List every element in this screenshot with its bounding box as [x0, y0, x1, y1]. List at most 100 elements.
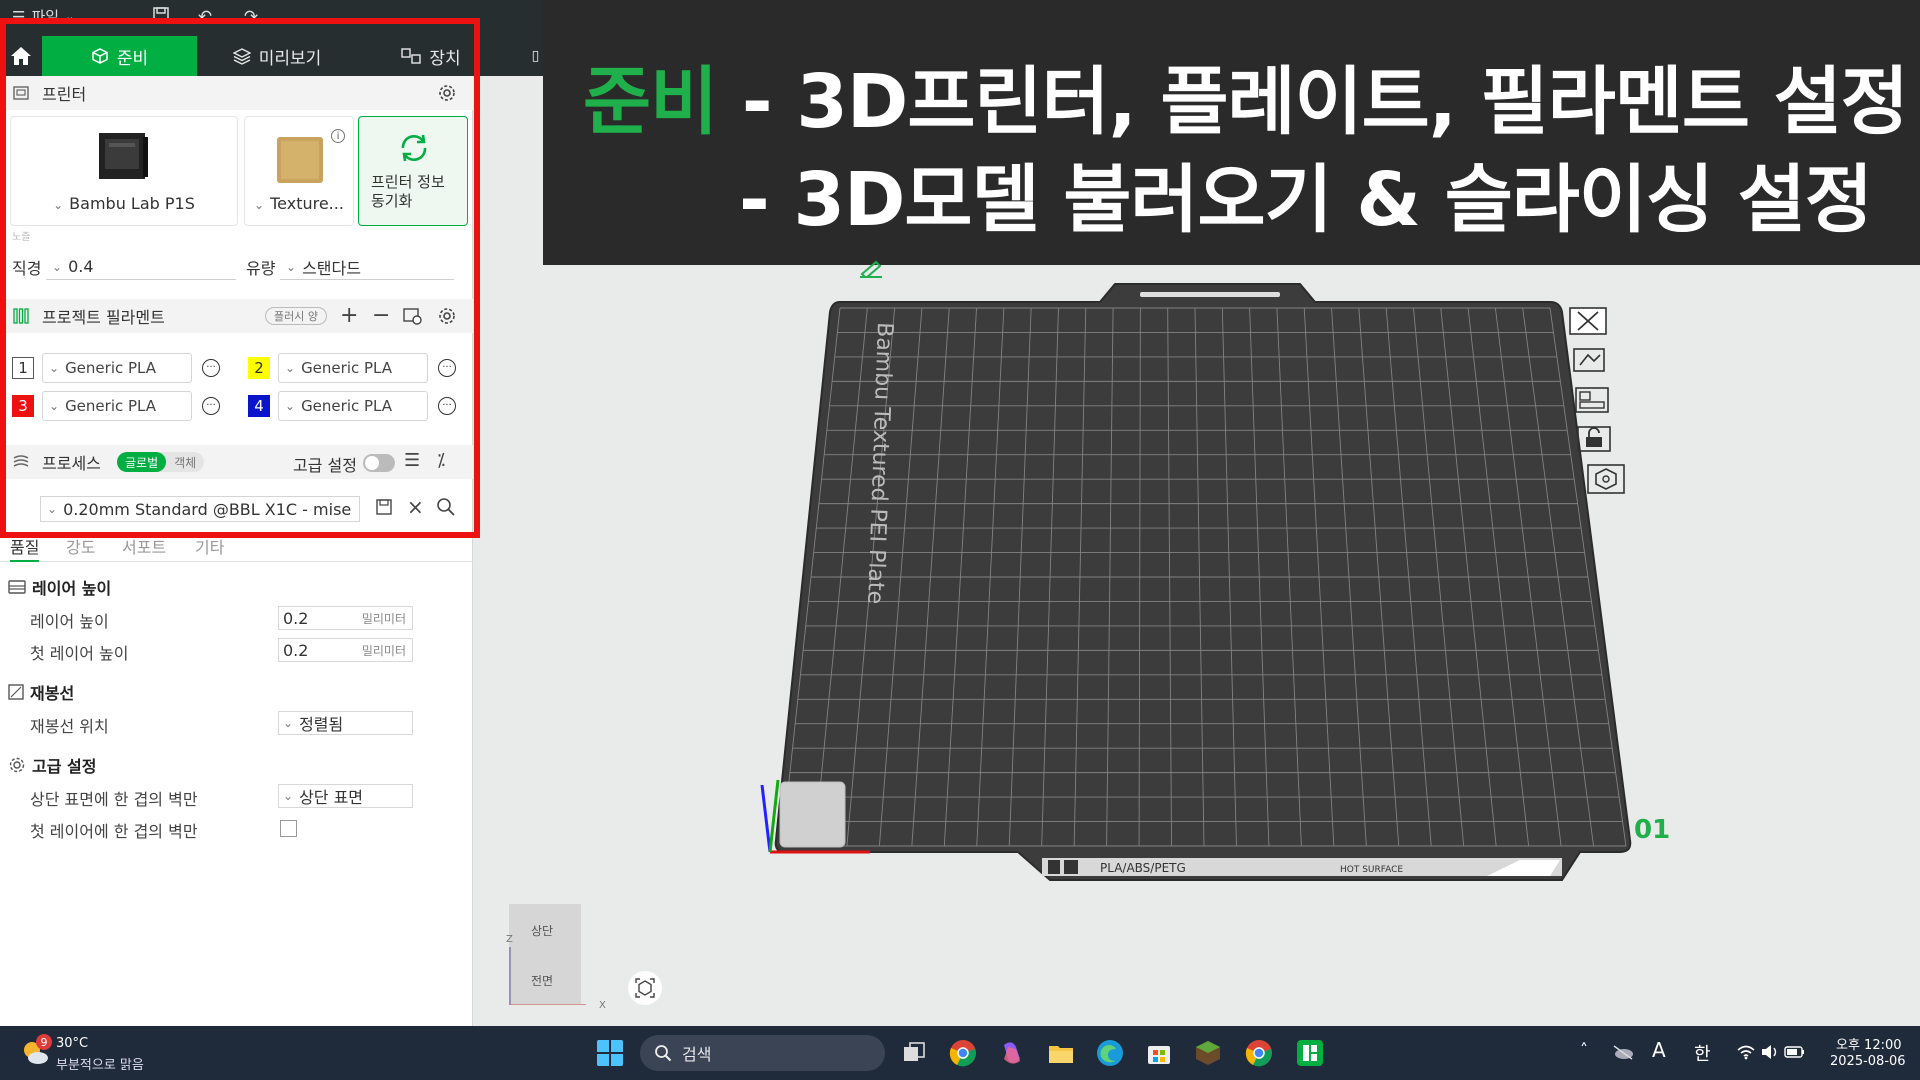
lock-button[interactable] — [1574, 424, 1614, 456]
object-option[interactable]: 객체 — [166, 452, 204, 472]
search-preset-icon[interactable] — [436, 497, 456, 521]
sync-printer-button[interactable]: 프린터 정보 동기화 — [358, 116, 468, 226]
flow-row: 유량 ⌄ 스탠다드 — [246, 254, 454, 280]
global-option[interactable]: 글로벌 — [117, 452, 167, 472]
advanced-settings-label: 고급 설정 — [293, 456, 357, 475]
battery-icon[interactable] — [1784, 1044, 1806, 1060]
wifi-icon[interactable] — [1736, 1044, 1756, 1060]
sync-label-line1: 프린터 정보 — [371, 173, 445, 191]
arrange-button[interactable] — [1572, 385, 1612, 417]
tab-device[interactable]: 장치 — [386, 36, 476, 76]
filament-settings-gear-icon[interactable] — [437, 306, 457, 326]
edge-icon[interactable] — [1096, 1039, 1124, 1067]
filament-select[interactable]: ⌄ Generic PLA — [278, 353, 428, 383]
file-explorer-icon[interactable] — [1047, 1039, 1075, 1067]
filament-slot-number: 3 — [12, 395, 34, 417]
file-menu[interactable]: ☰ 파일 ⌄ — [12, 6, 74, 27]
minecraft-icon[interactable] — [1194, 1039, 1222, 1067]
printer-select-card[interactable]: ⌄ Bambu Lab P1S — [10, 116, 238, 226]
compare-icon[interactable]: ⁒ — [437, 450, 445, 471]
clock-time[interactable]: 오후 12:00 — [1836, 1034, 1902, 1053]
arrange-icon — [1575, 387, 1609, 413]
subtab-others[interactable]: 기타 — [195, 534, 224, 558]
filament-section-title: 프로젝트 필라멘트 — [42, 308, 165, 327]
flush-volume-button[interactable]: 플러시 양 — [265, 307, 327, 325]
origin-marker — [779, 781, 846, 848]
filament-select[interactable]: ⌄ Generic PLA — [278, 391, 428, 421]
chevron-down-icon: ⌄ — [65, 10, 75, 23]
flow-select[interactable]: ⌄ 스탠다드 — [280, 254, 454, 280]
copilot-icon[interactable] — [998, 1039, 1026, 1067]
chrome-icon[interactable] — [949, 1039, 977, 1067]
filament-slot-1[interactable]: 1 ⌄ Generic PLA ··· — [12, 353, 220, 383]
task-view-icon[interactable] — [900, 1039, 928, 1067]
chrome-profile-icon[interactable] — [1245, 1039, 1273, 1067]
filament-more-icon[interactable]: ··· — [438, 397, 456, 415]
tab-prepare[interactable]: 준비 — [42, 36, 197, 76]
subtab-support[interactable]: 서포트 — [122, 534, 166, 558]
caption-banner: 준비 - 3D프린터, 플레이트, 필라멘트 설정 - 3D모델 불러오기 & … — [543, 0, 1920, 265]
device-icon — [401, 48, 422, 64]
weather-widget[interactable]: 9 30°C 부분적으로 맑음 — [20, 1034, 190, 1074]
fit-view-button[interactable] — [628, 971, 662, 1005]
subtab-strength[interactable]: 강도 — [66, 534, 95, 558]
plate-select-card[interactable]: i ⌄ Texture... — [244, 116, 354, 226]
build-plate[interactable]: Bambu Textured PEI Plate PLA/ABS/PETG HO… — [760, 280, 1660, 900]
printer-settings-gear-icon[interactable] — [437, 83, 457, 103]
global-object-toggle[interactable]: 글로벌 객체 — [117, 452, 205, 472]
process-section-title: 프로세스 — [42, 454, 101, 473]
first-layer-one-wall-checkbox[interactable] — [280, 820, 297, 837]
clear-preset-icon[interactable]: × — [407, 495, 424, 519]
save-preset-icon[interactable] — [375, 498, 393, 520]
seam-position-select[interactable]: ⌄ 정렬됨 — [278, 711, 413, 735]
layer-height-input[interactable]: 0.2 밀리미터 — [278, 606, 413, 630]
view-settings-button[interactable] — [1586, 463, 1626, 495]
auto-orient-button[interactable] — [1570, 345, 1610, 377]
close-view-button[interactable] — [1568, 306, 1608, 338]
plate-number[interactable]: 01 — [1634, 815, 1670, 845]
layers-icon — [232, 48, 251, 65]
onedrive-icon[interactable] — [1612, 1044, 1634, 1060]
filament-slot-3[interactable]: 3 ⌄ Generic PLA ··· — [12, 391, 220, 421]
filament-select[interactable]: ⌄ Generic PLA — [42, 391, 192, 421]
home-button[interactable] — [0, 36, 42, 76]
volume-icon[interactable] — [1760, 1044, 1780, 1060]
filament-sync-icon[interactable] — [402, 306, 422, 330]
filament-select[interactable]: ⌄ Generic PLA — [42, 353, 192, 383]
subtab-quality[interactable]: 품질 — [10, 534, 40, 562]
process-preset-select[interactable]: ⌄ 0.20mm Standard @BBL X1C - mise — [40, 496, 360, 522]
seam-position-label: 재봉선 위치 — [30, 717, 109, 736]
first-layer-height-input[interactable]: 0.2 밀리미터 — [278, 638, 413, 662]
clock-date[interactable]: 2025-08-06 — [1830, 1054, 1906, 1069]
list-icon[interactable]: ☰ — [404, 450, 420, 471]
filament-slot-4[interactable]: 4 ⌄ Generic PLA ··· — [248, 391, 456, 421]
plate-info-icon[interactable]: i — [331, 129, 345, 143]
tray-expand-icon[interactable]: ˄ — [1580, 1040, 1588, 1059]
ime-mode-han[interactable]: 한 — [1694, 1040, 1711, 1066]
add-filament-icon[interactable]: + — [340, 303, 358, 328]
ms-store-icon[interactable] — [1145, 1039, 1173, 1067]
undo-icon[interactable]: ↶ — [194, 6, 216, 28]
diameter-select[interactable]: ⌄ 0.4 — [46, 254, 236, 280]
tab-overflow[interactable]: ▯ — [528, 36, 543, 76]
filament-more-icon[interactable]: ··· — [202, 359, 220, 377]
save-icon[interactable] — [150, 6, 172, 28]
filament-slot-2[interactable]: 2 ⌄ Generic PLA ··· — [248, 353, 456, 383]
tab-preview[interactable]: 미리보기 — [212, 36, 342, 76]
first-layer-one-wall-label: 첫 레이어에 한 겹의 벽만 — [30, 822, 198, 841]
top-one-wall-select[interactable]: ⌄ 상단 표면 — [278, 784, 413, 808]
filament-more-icon[interactable]: ··· — [202, 397, 220, 415]
advanced-settings-toggle[interactable] — [363, 454, 395, 472]
remove-filament-icon[interactable]: − — [372, 303, 390, 328]
view-cube-top[interactable]: 상단 — [531, 922, 553, 939]
bambu-studio-icon[interactable] — [1296, 1039, 1324, 1067]
cube-icon — [92, 48, 108, 64]
redo-icon[interactable]: ↷ — [240, 6, 262, 28]
taskbar-search[interactable]: 검색 — [640, 1035, 885, 1071]
edit-pen-icon[interactable] — [858, 260, 884, 278]
printer-section-header: 프린터 — [0, 76, 473, 110]
windows-start-icon[interactable] — [596, 1039, 624, 1067]
filament-more-icon[interactable]: ··· — [438, 359, 456, 377]
tab-device-label: 장치 — [429, 48, 461, 69]
ime-mode-a[interactable]: A — [1652, 1038, 1666, 1062]
